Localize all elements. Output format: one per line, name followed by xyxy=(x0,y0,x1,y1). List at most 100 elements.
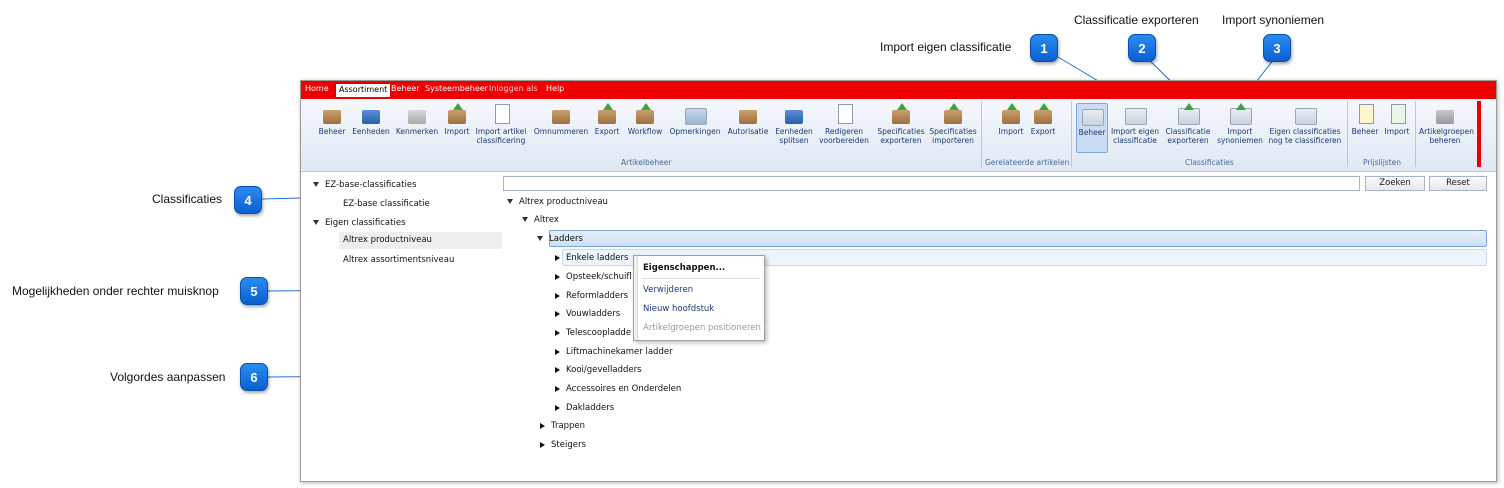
expand-icon[interactable] xyxy=(313,220,319,225)
ribbon-workflow-button[interactable]: Workflow xyxy=(625,103,665,137)
tree-node-root[interactable]: Altrex productniveau xyxy=(507,197,608,207)
search-input[interactable] xyxy=(503,176,1360,191)
ribbon-kenmerken-button[interactable]: Kenmerken xyxy=(395,103,439,137)
import-spec-icon xyxy=(941,103,965,125)
tree-node-kooi-gevelladders[interactable]: Kooi/gevelladders xyxy=(555,365,642,375)
ribbon-eigen-classificaties-nog-te-classificeren-button[interactable]: Eigen classificaties nog te classificere… xyxy=(1267,103,1343,145)
ribbon-specificaties-importeren-button[interactable]: Specificaties importeren xyxy=(929,103,977,145)
ribbon-separator xyxy=(1347,101,1348,167)
callout-label-2: Classificatie exporteren xyxy=(1074,13,1199,27)
tree-node-trappen[interactable]: Trappen xyxy=(540,421,585,431)
workflow-icon xyxy=(633,103,657,125)
tree-node-altrex[interactable]: Altrex xyxy=(522,215,559,225)
comment-icon xyxy=(683,103,707,125)
collapse-icon[interactable] xyxy=(540,422,545,429)
reset-button[interactable]: Reset xyxy=(1429,176,1487,191)
ribbon-prijslijsten-beheer-button[interactable]: Beheer xyxy=(1351,103,1379,137)
folder-pending-icon xyxy=(1293,103,1317,125)
collapse-icon[interactable] xyxy=(555,366,560,373)
truck-icon xyxy=(359,103,383,125)
ribbon-beheer-button[interactable]: Beheer xyxy=(317,103,347,137)
ribbon-related-export-button[interactable]: Export xyxy=(1029,103,1057,137)
ribbon-classificatie-exporteren-button[interactable]: Classificatie exporteren xyxy=(1163,103,1213,145)
export-related-icon xyxy=(1031,103,1055,125)
expand-icon[interactable] xyxy=(313,182,319,187)
menu-tab-help[interactable]: Help xyxy=(546,84,564,93)
collapse-icon[interactable] xyxy=(555,273,560,280)
ribbon-artikelgroepen-beheren-button[interactable]: Artikelgroepen beheren xyxy=(1419,103,1474,145)
renumber-icon xyxy=(549,103,573,125)
callout-label-4: Classificaties xyxy=(152,192,223,206)
ribbon-separator xyxy=(981,101,982,167)
tree-node-ez-base-classificatie[interactable]: EZ-base classificatie xyxy=(343,199,430,209)
ribbon-import-artikel-classificering-button[interactable]: Import artikel classificering xyxy=(475,103,527,145)
ribbon-opmerkingen-button[interactable]: Opmerkingen xyxy=(669,103,721,137)
ribbon-import-eigen-classificatie-button[interactable]: Import eigen classificatie xyxy=(1109,103,1161,145)
collapse-icon[interactable] xyxy=(555,404,560,411)
expand-icon[interactable] xyxy=(507,199,513,204)
ribbon-omnummeren-button[interactable]: Omnummeren xyxy=(533,103,589,137)
ribbon-eenheden-button[interactable]: Eenheden xyxy=(352,103,390,137)
ribbon-export-button[interactable]: Export xyxy=(594,103,620,137)
menu-tab-assortiment[interactable]: Assortiment xyxy=(335,83,392,97)
collapse-icon[interactable] xyxy=(555,292,560,299)
tree-node-eigen-classificaties[interactable]: Eigen classificaties xyxy=(313,218,406,228)
context-menu: Eigenschappen... Verwijderen Nieuw hoofd… xyxy=(633,255,765,341)
ribbon-import-synoniemen-button[interactable]: Import synoniemen xyxy=(1215,103,1265,145)
ribbon-scroll-edge xyxy=(1477,101,1481,167)
callout-label-6: Volgordes aanpassen xyxy=(110,370,226,384)
collapse-icon[interactable] xyxy=(555,348,560,355)
export-box-icon xyxy=(595,103,619,125)
tree-node-liftmachinekamer-ladder[interactable]: Liftmachinekamer ladder xyxy=(555,347,673,357)
expand-icon[interactable] xyxy=(522,217,528,222)
collapse-icon[interactable] xyxy=(540,441,545,448)
ribbon-eenheden-splitsen-button[interactable]: Eenheden splitsen xyxy=(774,103,814,145)
import-doc-icon xyxy=(489,103,513,125)
ribbon-prijslijsten-import-button[interactable]: Import xyxy=(1383,103,1411,137)
collapse-icon[interactable] xyxy=(555,254,560,261)
selected-row xyxy=(549,230,1487,247)
group-label-gerelateerde-artikelen: Gerelateerde artikelen xyxy=(985,158,1070,167)
menu-bar: Home Assortiment Beheer Systeembeheer In… xyxy=(301,81,1496,99)
tree-node-dakladders[interactable]: Dakladders xyxy=(555,403,614,413)
tree-node-vouwladders[interactable]: Vouwladders xyxy=(555,309,631,319)
context-item-artikelgroepen-positioneren: Artikelgroepen positioneren xyxy=(643,323,761,333)
tree-node-telescoopladders[interactable]: Telescoopladders xyxy=(555,328,631,338)
tree-node-accessoires[interactable]: Accessoires en Onderdelen xyxy=(555,384,681,394)
application-window: Home Assortiment Beheer Systeembeheer In… xyxy=(300,80,1497,482)
group-label-prijslijsten: Prijslijsten xyxy=(1363,158,1402,167)
context-item-eigenschappen[interactable]: Eigenschappen... xyxy=(643,263,725,273)
tree-node-steigers[interactable]: Steigers xyxy=(540,440,586,450)
tree-node-altrex-assortimentsniveau[interactable]: Altrex assortimentsniveau xyxy=(343,255,454,265)
menu-tab-beheer[interactable]: Beheer xyxy=(391,84,420,93)
context-item-nieuw-hoofdstuk[interactable]: Nieuw hoofdstuk xyxy=(643,304,714,314)
ribbon-related-import-button[interactable]: Import xyxy=(997,103,1025,137)
expand-icon[interactable] xyxy=(537,236,543,241)
search-button[interactable]: Zoeken xyxy=(1365,176,1425,191)
ribbon-redigeren-voorbereiden-button[interactable]: Redigeren voorbereiden xyxy=(818,103,870,145)
ribbon-autorisatie-button[interactable]: Autorisatie xyxy=(726,103,770,137)
menu-tab-home[interactable]: Home xyxy=(305,84,329,93)
tree-node-altrex-productniveau[interactable]: Altrex productniveau xyxy=(339,232,502,249)
collapse-icon[interactable] xyxy=(555,310,560,317)
folder-import-icon xyxy=(1123,103,1147,125)
context-item-verwijderen[interactable]: Verwijderen xyxy=(643,285,693,295)
tree-node-reformladders[interactable]: Reformladders xyxy=(555,291,631,301)
ribbon-specificaties-exporteren-button[interactable]: Specificaties exporteren xyxy=(875,103,927,145)
tree-node-opsteek[interactable]: Opsteek/schuifladders xyxy=(555,272,631,282)
callout-label-1: Import eigen classificatie xyxy=(880,40,1012,54)
tree-node-ez-base-classificaties[interactable]: EZ-base-classificaties xyxy=(313,180,417,190)
collapse-icon[interactable] xyxy=(555,329,560,336)
ribbon-classificaties-beheer-button[interactable]: Beheer xyxy=(1076,103,1108,153)
ribbon: Beheer Eenheden Kenmerken Import Import … xyxy=(301,99,1496,172)
tree-node-enkele-ladders[interactable]: Enkele ladders xyxy=(555,253,631,263)
folder-synonyms-icon xyxy=(1228,103,1252,125)
menu-tab-systeembeheer[interactable]: Systeembeheer xyxy=(425,84,488,93)
groups-icon xyxy=(1433,103,1457,125)
group-label-classificaties: Classificaties xyxy=(1185,158,1234,167)
collapse-icon[interactable] xyxy=(555,385,560,392)
split-icon xyxy=(782,103,806,125)
tree-node-ladders[interactable]: Ladders xyxy=(537,234,583,244)
ribbon-import-button[interactable]: Import xyxy=(443,103,471,137)
menu-tab-inloggen[interactable]: Inloggen als xyxy=(489,84,538,93)
